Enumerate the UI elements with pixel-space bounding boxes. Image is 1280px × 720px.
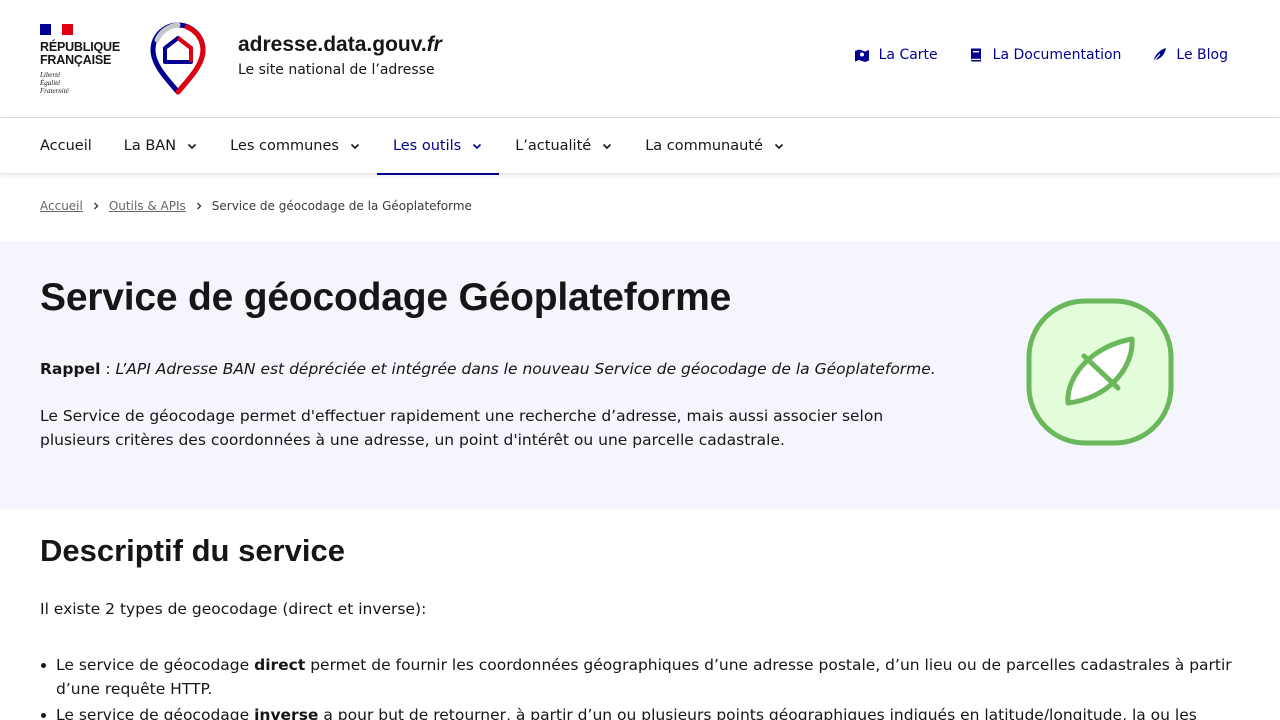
motto-fraternite: Fraternité: [40, 87, 69, 95]
quick-link-label: La Documentation: [992, 47, 1122, 63]
chevron-down-icon: [774, 143, 784, 150]
chevron-down-icon: [603, 143, 612, 150]
quick-link-carte[interactable]: La Carte: [854, 47, 938, 63]
chevron-down-icon: [473, 143, 482, 150]
list-item-prefix: Le service de géocodage: [56, 706, 255, 720]
hero-reminder: Rappel : L’API Adresse BAN est dépréciée…: [40, 357, 940, 381]
page-title: Service de géocodage Géoplateforme: [40, 276, 732, 319]
nav-item-label: La BAN: [123, 138, 177, 154]
list-item: Le service de géocodage direct permet de…: [41, 653, 1236, 701]
quick-link-label: Le Blog: [1176, 47, 1228, 63]
chevron-down-icon: [188, 143, 197, 150]
republic-motto: Liberté Égalité Fraternité: [40, 71, 130, 95]
nav-item-label: Les outils: [392, 138, 462, 154]
nav-item-label: Les communes: [230, 138, 339, 154]
adresse-pin-logo-icon[interactable]: [147, 22, 209, 96]
chevron-right-icon: [196, 202, 202, 210]
list-item-bold: inverse: [254, 706, 319, 720]
list-item-prefix: Le service de géocodage: [56, 656, 255, 674]
breadcrumb-current: Service de géocodage de la Géoplateforme: [211, 199, 472, 213]
nav-item-label: La communauté: [645, 138, 763, 154]
motto-liberte: Liberté: [40, 71, 61, 79]
nav-item-label: Accueil: [40, 138, 92, 154]
site-name[interactable]: adresse.data.gouv.fr: [238, 33, 442, 57]
nav-item-accueil[interactable]: Accueil: [24, 118, 108, 174]
chevron-down-icon: [350, 143, 360, 150]
hero-banner: Service de géocodage Géoplateforme Rappe…: [0, 241, 1280, 509]
site-name-suffix: fr: [426, 33, 442, 56]
nav-item-actualite[interactable]: L’actualité: [499, 118, 629, 174]
reminder-separator: :: [100, 360, 116, 378]
site-tagline: Le site national de l’adresse: [238, 62, 435, 78]
hero-description: Le Service de géocodage permet d'effectu…: [40, 407, 884, 449]
section-intro: Il existe 2 types de geocodage (direct e…: [40, 600, 427, 618]
nav-item-les-communes[interactable]: Les communes: [214, 118, 377, 174]
republique-francaise-logo[interactable]: RÉPUBLIQUE FRANÇAISE Liberté Égalité Fra…: [40, 24, 130, 95]
quick-link-blog[interactable]: Le Blog: [1151, 47, 1228, 63]
main-navigation: Accueil La BAN Les communes Les outils L…: [0, 118, 1280, 175]
site-header: RÉPUBLIQUE FRANÇAISE Liberté Égalité Fra…: [0, 0, 1280, 118]
feather-icon: [1152, 48, 1167, 63]
chevron-right-icon: [93, 202, 99, 210]
reminder-label: Rappel: [40, 360, 101, 378]
quick-link-label: La Carte: [878, 47, 938, 63]
list-item: Le service de géocodage inverse a pour b…: [41, 703, 1236, 720]
site-name-main: adresse.data.gouv.: [238, 33, 427, 56]
list-item-bold: direct: [254, 656, 306, 674]
nav-item-label: L’actualité: [515, 138, 592, 154]
marianne-flag-icon: [40, 24, 73, 35]
quick-link-documentation[interactable]: La Documentation: [968, 47, 1122, 63]
breadcrumb: Accueil Outils & APIs Service de géocoda…: [40, 199, 472, 213]
motto-egalite: Égalité: [40, 79, 61, 87]
book-icon: [970, 48, 981, 62]
reminder-text: L’API Adresse BAN est dépréciée et intég…: [115, 360, 936, 378]
quick-links: La Carte La Documentation Le Blog: [854, 47, 1228, 63]
nav-item-communaute[interactable]: La communauté: [629, 118, 801, 174]
republic-line-2: FRANÇAISE: [40, 53, 112, 67]
nav-item-les-outils[interactable]: Les outils: [376, 118, 500, 175]
map-icon: [854, 49, 869, 62]
nav-item-la-ban[interactable]: La BAN: [108, 118, 214, 174]
breadcrumb-link-accueil[interactable]: Accueil: [40, 199, 83, 213]
geocoding-types-list: Le service de géocodage direct permet de…: [41, 653, 1236, 720]
breadcrumb-link-outils[interactable]: Outils & APIs: [109, 199, 186, 213]
leaf-icon: [1026, 298, 1174, 446]
section-title: Descriptif du service: [40, 533, 345, 568]
